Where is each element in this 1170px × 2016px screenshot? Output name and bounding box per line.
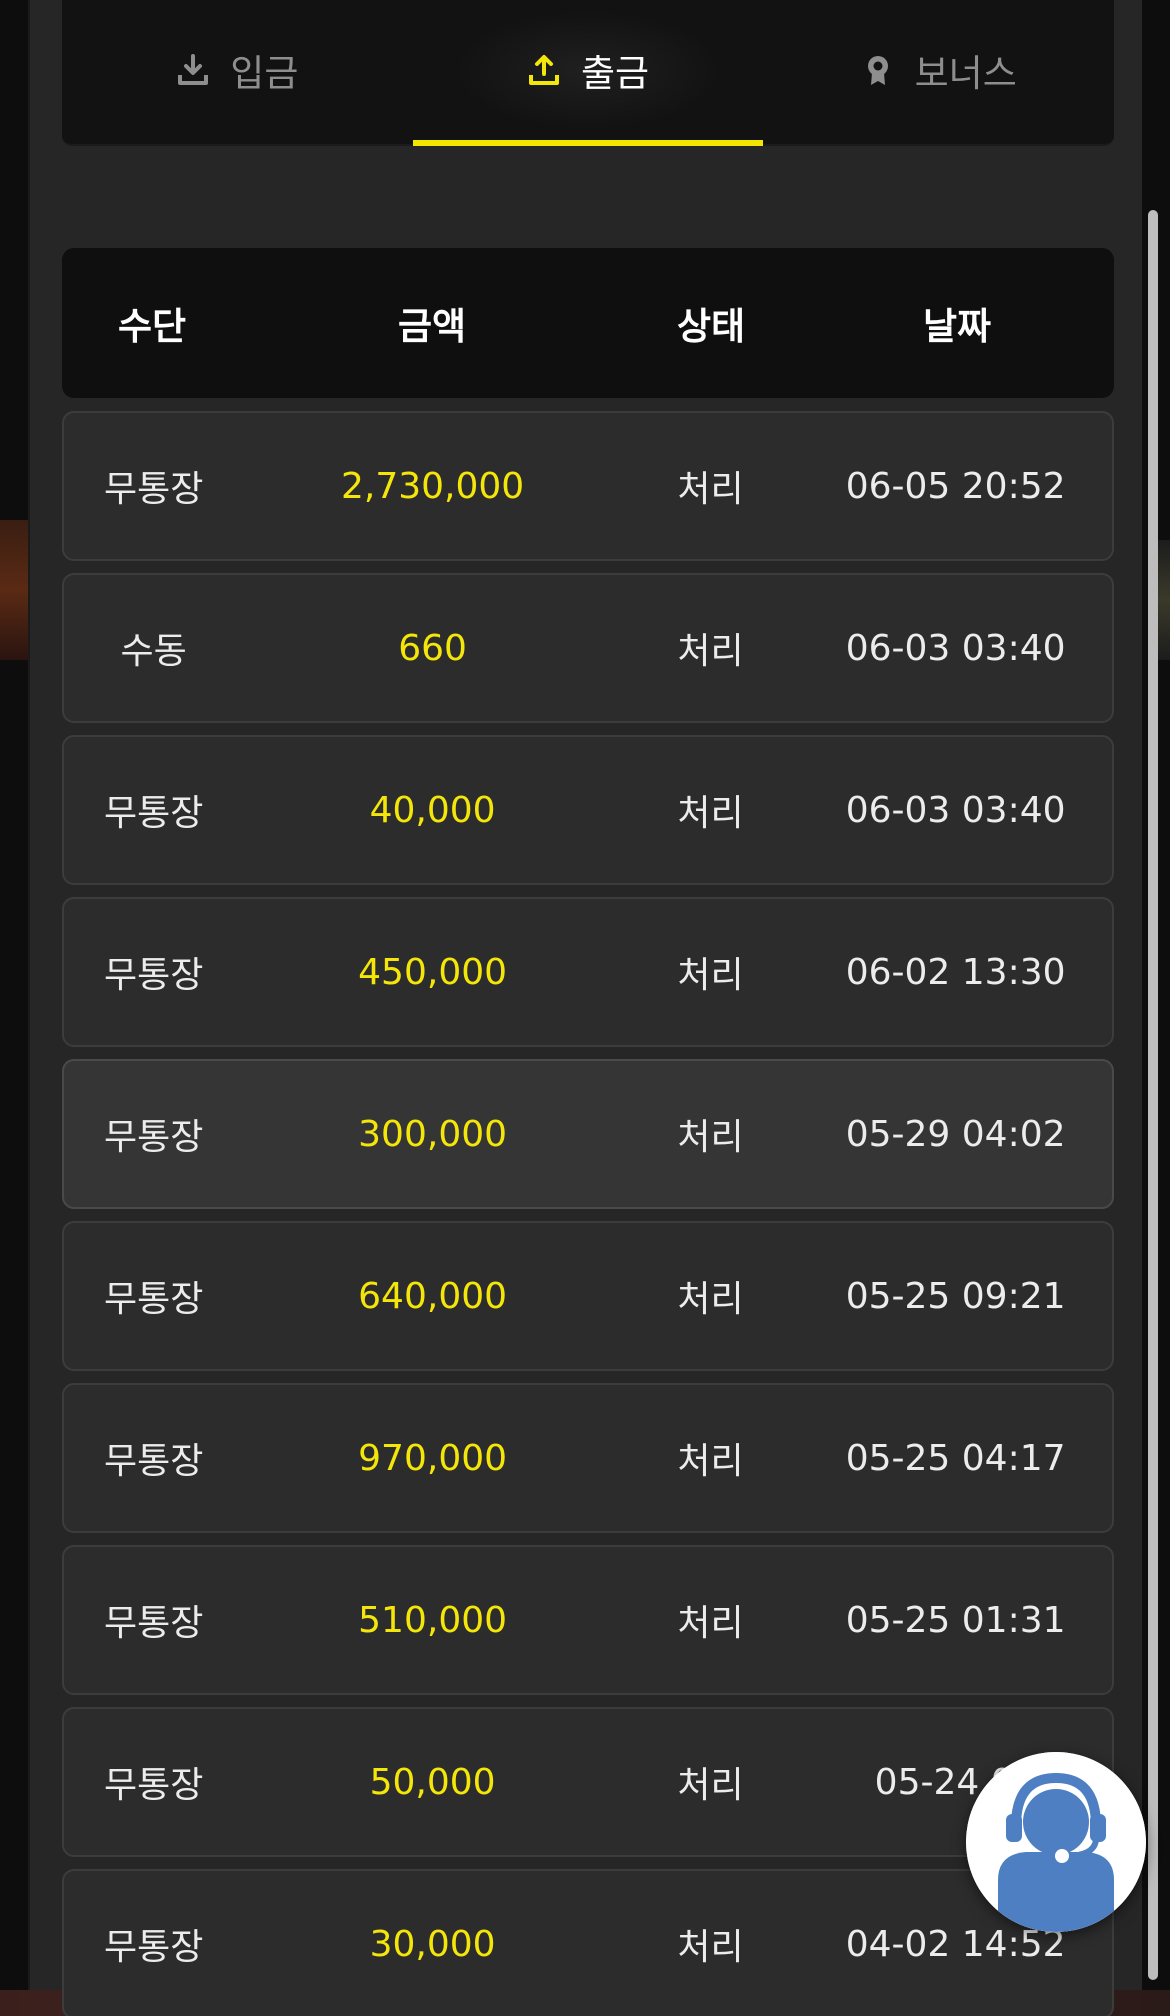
row-status: 처리: [677, 469, 744, 510]
tab-bonus[interactable]: 보너스: [763, 0, 1114, 140]
transaction-history-panel: 입금 출금 보너스 수단 금액 상태 날짜 무통장 2,730,000 처리 0…: [28, 0, 1142, 2016]
row-amount: 510,000: [358, 1599, 508, 1641]
table-row[interactable]: 무통장 970,000 처리 05-25 04:17: [62, 1383, 1114, 1533]
row-method: 무통장: [103, 955, 204, 996]
active-tab-indicator: [412, 140, 764, 146]
column-header-status: 상태: [676, 305, 746, 348]
table-row[interactable]: 무통장 510,000 처리 05-25 01:31: [62, 1545, 1114, 1695]
tab-bar: 입금 출금 보너스: [62, 0, 1114, 146]
tab-withdrawal-label: 출금: [580, 52, 650, 95]
table-row[interactable]: 수동 660 처리 06-03 03:40: [62, 573, 1114, 723]
table-row[interactable]: 무통장 30,000 처리 04-02 14:52: [62, 1869, 1114, 2016]
table-row[interactable]: 무통장 2,730,000 처리 06-05 20:52: [62, 411, 1114, 561]
table-row-hovered[interactable]: 무통장 300,000 처리 05-29 04:02: [62, 1059, 1114, 1209]
row-status: 처리: [677, 631, 744, 672]
row-method: 무통장: [103, 1117, 204, 1158]
row-date: 05-25 09:21: [845, 1275, 1066, 1317]
row-status: 처리: [677, 1603, 744, 1644]
row-date: 06-03 03:40: [845, 789, 1066, 831]
row-amount: 30,000: [369, 1923, 496, 1965]
row-method: 무통장: [103, 1279, 204, 1320]
scrollbar[interactable]: [1148, 210, 1158, 1980]
row-amount: 2,730,000: [340, 465, 525, 507]
row-amount: 50,000: [369, 1761, 496, 1803]
table-header: 수단 금액 상태 날짜: [62, 248, 1114, 398]
row-status: 처리: [677, 793, 744, 834]
row-status: 처리: [677, 955, 744, 996]
page: 입금 출금 보너스 수단 금액 상태 날짜 무통장 2,730,000 처리 0…: [0, 0, 1170, 2016]
row-method: 무통장: [103, 793, 204, 834]
table-row[interactable]: 무통장 50,000 처리 05-24 07: [62, 1707, 1114, 1857]
table-row[interactable]: 무통장 640,000 처리 05-25 09:21: [62, 1221, 1114, 1371]
download-icon: [176, 53, 210, 87]
row-date: 06-03 03:40: [845, 627, 1066, 669]
row-amount: 450,000: [358, 951, 508, 993]
row-status: 처리: [677, 1117, 744, 1158]
column-header-amount: 금액: [397, 305, 467, 348]
transaction-list: 무통장 2,730,000 처리 06-05 20:52 수동 660 처리 0…: [62, 411, 1114, 2016]
tab-deposit[interactable]: 입금: [62, 0, 413, 140]
table-row[interactable]: 무통장 40,000 처리 06-03 03:40: [62, 735, 1114, 885]
row-method: 무통장: [103, 469, 204, 510]
row-method: 무통장: [103, 1441, 204, 1482]
row-date: 05-29 04:02: [845, 1113, 1066, 1155]
row-method: 무통장: [103, 1927, 204, 1968]
row-method: 수동: [120, 631, 187, 672]
row-date: 05-25 04:17: [845, 1437, 1066, 1479]
column-header-date: 날짜: [922, 305, 992, 348]
row-date: 06-05 20:52: [845, 465, 1066, 507]
row-date: 06-02 13:30: [845, 951, 1066, 993]
row-method: 무통장: [103, 1765, 204, 1806]
tab-withdrawal[interactable]: 출금: [412, 0, 764, 146]
row-status: 처리: [677, 1279, 744, 1320]
tab-bonus-label: 보너스: [914, 52, 1017, 95]
row-status: 처리: [677, 1765, 744, 1806]
tab-deposit-label: 입금: [230, 52, 299, 95]
column-header-method: 수단: [117, 305, 187, 348]
customer-support-button[interactable]: [966, 1752, 1146, 1932]
row-amount: 300,000: [358, 1113, 508, 1155]
upload-icon: [527, 53, 561, 87]
table-row[interactable]: 무통장 450,000 처리 06-02 13:30: [62, 897, 1114, 1047]
row-method: 무통장: [103, 1603, 204, 1644]
row-status: 처리: [677, 1927, 744, 1968]
row-amount: 40,000: [369, 789, 496, 831]
award-icon: [861, 53, 895, 87]
background-glow-left: [0, 520, 30, 660]
row-status: 처리: [677, 1441, 744, 1482]
row-amount: 660: [398, 627, 467, 669]
row-date: 05-25 01:31: [845, 1599, 1066, 1641]
row-amount: 970,000: [358, 1437, 508, 1479]
row-amount: 640,000: [358, 1275, 508, 1317]
